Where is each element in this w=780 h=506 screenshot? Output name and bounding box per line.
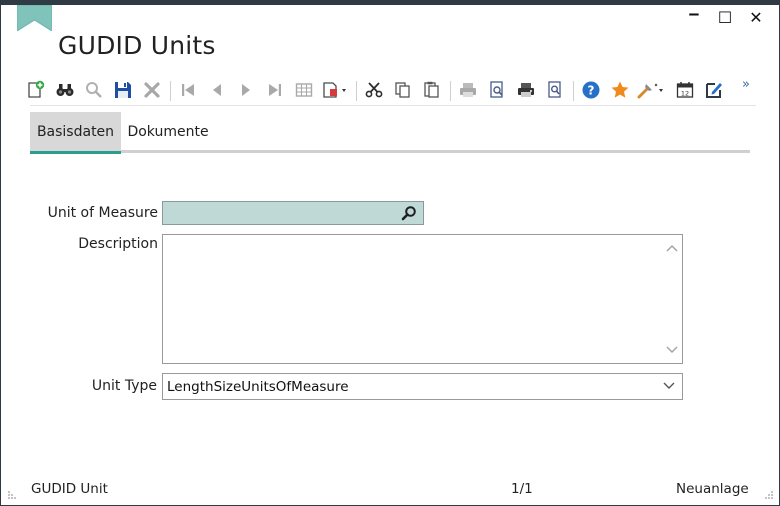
- close-button[interactable]: ✕: [745, 8, 767, 27]
- toolbar-separator: [450, 81, 451, 101]
- cut-icon[interactable]: [363, 78, 385, 102]
- print-setup-icon[interactable]: [515, 78, 537, 102]
- toolbar-separator: [356, 81, 357, 101]
- scroll-down-icon[interactable]: [666, 345, 678, 355]
- tools-icon[interactable]: [636, 78, 666, 102]
- unit-of-measure-label: Unit of Measure: [47, 205, 158, 221]
- description-textarea[interactable]: [163, 235, 658, 361]
- bookmark-icon[interactable]: [17, 5, 52, 31]
- minimize-button[interactable]: ‒: [683, 4, 705, 23]
- report-icon[interactable]: [321, 78, 349, 102]
- description-scrollbar[interactable]: [662, 235, 682, 363]
- tab-dokumente[interactable]: Dokumente: [123, 112, 213, 152]
- record-position: 1/1: [511, 481, 533, 497]
- svg-text:12: 12: [681, 90, 689, 98]
- previous-record-icon[interactable]: [206, 78, 228, 102]
- last-record-icon[interactable]: [264, 78, 286, 102]
- status-mode: Neuanlage: [676, 481, 749, 497]
- unit-of-measure-field: [162, 201, 424, 225]
- window-frame-left: [0, 5, 1, 506]
- toolbar: ? 12 »: [25, 77, 765, 104]
- resize-grip-icon[interactable]: [764, 490, 774, 500]
- tab-basisdaten-label: Basisdaten: [36, 123, 115, 140]
- search-icon[interactable]: [401, 205, 417, 221]
- unit-type-label: Unit Type: [91, 378, 157, 394]
- calendar-icon[interactable]: 12: [674, 78, 696, 102]
- edit-icon[interactable]: [703, 78, 725, 102]
- first-record-icon[interactable]: [177, 78, 199, 102]
- maximize-button[interactable]: ☐: [714, 8, 736, 27]
- description-field: [162, 234, 683, 364]
- save-icon[interactable]: [112, 78, 134, 102]
- delete-icon[interactable]: [141, 78, 163, 102]
- favorite-icon[interactable]: [609, 78, 631, 102]
- new-record-icon[interactable]: [25, 78, 47, 102]
- preview-icon[interactable]: [544, 78, 566, 102]
- resize-grip-icon[interactable]: [7, 490, 17, 500]
- tab-dokumente-label: Dokumente: [127, 124, 209, 140]
- help-icon[interactable]: ?: [580, 78, 602, 102]
- paste-icon[interactable]: [421, 78, 443, 102]
- chevron-down-icon: [663, 382, 675, 389]
- window-frame-top: [0, 0, 780, 5]
- copy-icon[interactable]: [392, 78, 414, 102]
- print-icon[interactable]: [457, 78, 479, 102]
- toolbar-separator: [170, 81, 171, 101]
- scroll-up-icon[interactable]: [666, 243, 678, 253]
- grid-view-icon[interactable]: [293, 78, 315, 102]
- description-label: Description: [78, 236, 158, 252]
- next-record-icon[interactable]: [235, 78, 257, 102]
- toolbar-separator: [573, 81, 574, 101]
- page-title: GUDID Units: [58, 31, 216, 60]
- unit-type-value: LengthSizeUnitsOfMeasure: [167, 379, 349, 395]
- toolbar-divider: [30, 105, 756, 106]
- find-icon[interactable]: [54, 78, 76, 102]
- toolbar-more-button[interactable]: »: [735, 72, 757, 96]
- unit-of-measure-input[interactable]: [163, 202, 406, 224]
- svg-text:?: ?: [588, 84, 595, 98]
- tab-basisdaten[interactable]: Basisdaten: [30, 112, 121, 154]
- status-bar-label: GUDID Unit: [31, 481, 108, 497]
- unit-type-select[interactable]: LengthSizeUnitsOfMeasure: [162, 373, 683, 400]
- tab-strip-divider: [121, 150, 750, 153]
- print-preview-icon[interactable]: [486, 78, 508, 102]
- lookup-icon[interactable]: [83, 78, 105, 102]
